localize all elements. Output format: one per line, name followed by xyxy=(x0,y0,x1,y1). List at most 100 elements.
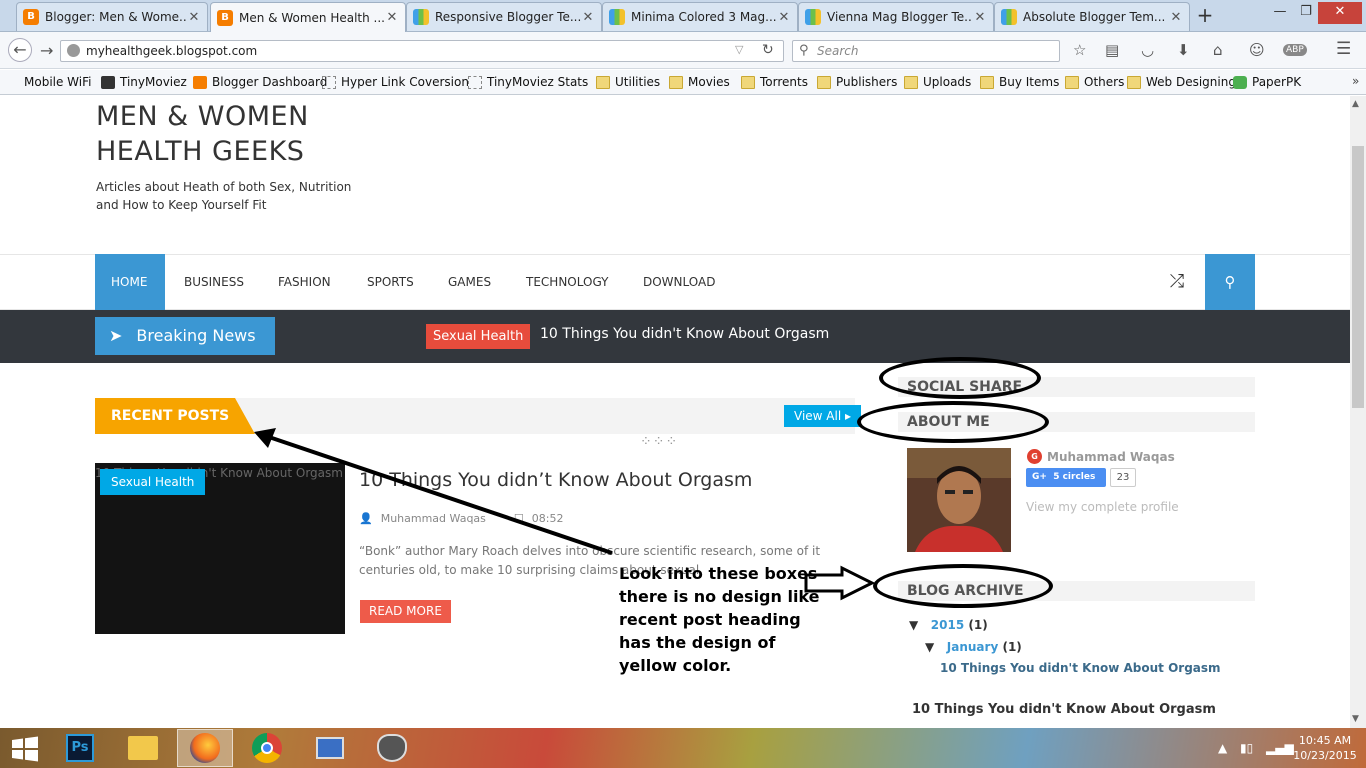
bookmark-torrents[interactable]: Torrents xyxy=(741,75,808,89)
bookmarks-overflow-icon[interactable]: » xyxy=(1352,74,1359,88)
site-search-button[interactable]: ⚲ xyxy=(1205,254,1255,310)
bookmark-paperpk[interactable]: PaperPK xyxy=(1233,75,1301,89)
system-clock[interactable]: 10:45 AM 10/23/2015 xyxy=(1290,733,1360,763)
scroll-up-icon[interactable]: ▲ xyxy=(1352,99,1359,109)
bookmark-movies[interactable]: Movies xyxy=(669,75,730,89)
close-icon[interactable]: ✕ xyxy=(581,10,595,25)
bookmark-label: Blogger Dashboard xyxy=(212,75,328,89)
profile-name[interactable]: G Muhammad Waqas xyxy=(1027,449,1175,464)
search-field[interactable]: ⚲ Search xyxy=(792,40,1060,62)
bookmark-publishers[interactable]: Publishers xyxy=(817,75,897,89)
download-icon[interactable]: ⬇ xyxy=(1177,41,1190,59)
profile-name-text: Muhammad Waqas xyxy=(1047,449,1175,464)
app-icon[interactable] xyxy=(364,729,420,767)
menu-item-sports[interactable]: SPORTS xyxy=(351,254,430,310)
forward-button[interactable]: → xyxy=(40,41,53,60)
circles-label: 5 circles xyxy=(1053,472,1096,482)
archive-post-link[interactable]: 10 Things You didn't Know About Orgasm xyxy=(940,661,1221,675)
firefox-icon[interactable] xyxy=(177,729,233,767)
archive-month-link[interactable]: January xyxy=(947,640,999,654)
close-icon[interactable]: ✕ xyxy=(973,10,987,25)
google-circles-button[interactable]: G+ 5 circles xyxy=(1026,468,1106,487)
adblock-icon[interactable]: ABP xyxy=(1283,44,1307,56)
globe-icon xyxy=(67,44,80,57)
bookmark-uploads[interactable]: Uploads xyxy=(904,75,971,89)
archive-month[interactable]: ▼ January (1) xyxy=(925,640,1022,654)
menu-item-business[interactable]: BUSINESS xyxy=(168,254,260,310)
tab-label: Blogger: Men & Wome... xyxy=(45,10,187,24)
site-title[interactable]: MEN & WOMEN HEALTH GEEKS xyxy=(96,99,356,169)
windows-start-icon[interactable] xyxy=(10,736,40,762)
bookmark-buy-items[interactable]: Buy Items xyxy=(980,75,1059,89)
theme-icon xyxy=(805,9,821,25)
tab-label: Absolute Blogger Tem... xyxy=(1023,10,1166,24)
folder-icon xyxy=(904,75,918,89)
bookmark-utilities[interactable]: Utilities xyxy=(596,75,660,89)
archive-year-count: (1) xyxy=(968,618,988,632)
chat-icon[interactable]: ☺ xyxy=(1249,41,1265,59)
profile-photo-icon xyxy=(907,448,1011,552)
tab-minima-colored[interactable]: Minima Colored 3 Mag... ✕ xyxy=(602,2,798,31)
archive-year[interactable]: ▼ 2015 (1) xyxy=(909,618,988,632)
url-bar[interactable]: myhealthgeek.blogspot.com ▽ ↻ xyxy=(60,40,784,62)
bookmark-hyperlink-conversion[interactable]: Hyper Link Coversion xyxy=(322,75,469,89)
bookmark-blogger-dashboard[interactable]: Blogger Dashboard xyxy=(193,75,327,89)
site-title-line1: MEN & WOMEN xyxy=(96,101,309,132)
reading-list-icon[interactable]: ▤ xyxy=(1105,41,1119,59)
scrollbar-thumb[interactable] xyxy=(1352,146,1364,408)
close-icon[interactable]: ✕ xyxy=(187,10,201,25)
post-category-tag[interactable]: Sexual Health xyxy=(100,469,206,495)
annotation-ellipse xyxy=(879,357,1041,399)
theme-icon xyxy=(1001,9,1017,25)
photoshop-icon[interactable]: Ps xyxy=(52,729,108,767)
tab-blogger-dashboard[interactable]: B Blogger: Men & Wome... ✕ xyxy=(16,2,208,31)
tab-absolute-template[interactable]: Absolute Blogger Tem... ✕ xyxy=(994,2,1190,31)
close-icon[interactable]: ✕ xyxy=(777,10,791,25)
view-profile-link[interactable]: View my complete profile xyxy=(1026,500,1179,514)
archive-year-link[interactable]: 2015 xyxy=(931,618,964,632)
new-tab-button[interactable]: + xyxy=(1192,4,1218,28)
menu-item-home[interactable]: HOME xyxy=(95,254,165,310)
menu-item-technology[interactable]: TECHNOLOGY xyxy=(510,254,624,310)
menu-item-download[interactable]: DOWNLOAD xyxy=(627,254,731,310)
shuffle-icon[interactable]: ⤮ xyxy=(1158,254,1196,310)
remote-desktop-icon[interactable] xyxy=(302,729,358,767)
folder-icon xyxy=(596,75,610,89)
breaking-category-tag[interactable]: Sexual Health xyxy=(426,324,531,349)
menu-item-games[interactable]: GAMES xyxy=(432,254,507,310)
circles-count: 23 xyxy=(1110,468,1136,487)
bookmark-tinymoviez-stats[interactable]: TinyMoviez Stats xyxy=(468,75,588,89)
menu-icon[interactable]: ☰ xyxy=(1336,39,1351,59)
bookmark-web-designing[interactable]: Web Designing xyxy=(1127,75,1236,89)
reload-icon[interactable]: ↻ xyxy=(762,42,774,58)
close-icon[interactable]: ✕ xyxy=(385,10,399,25)
dropdown-icon[interactable]: ▽ xyxy=(735,43,743,56)
bookmark-mobile-wifi[interactable]: Mobile WiFi xyxy=(24,75,91,89)
popular-post-title[interactable]: 10 Things You didn't Know About Orgasm xyxy=(912,702,1216,717)
bookmark-star-icon[interactable]: ☆ xyxy=(1073,41,1086,59)
blogger-icon: B xyxy=(217,9,233,26)
pocket-icon[interactable]: ◡ xyxy=(1141,41,1154,59)
minimize-button[interactable]: — xyxy=(1266,2,1294,24)
scroll-down-icon[interactable]: ▼ xyxy=(1352,714,1359,724)
tab-health-geeks[interactable]: B Men & Women Health ... ✕ xyxy=(210,2,406,32)
bookmark-label: Others xyxy=(1084,75,1125,89)
tab-responsive-templates[interactable]: Responsive Blogger Te... ✕ xyxy=(406,2,602,31)
close-window-button[interactable]: ✕ xyxy=(1318,2,1362,24)
menu-item-fashion[interactable]: FASHION xyxy=(262,254,347,310)
bookmark-tinymoviez[interactable]: TinyMoviez xyxy=(101,75,187,89)
bookmark-others[interactable]: Others xyxy=(1065,75,1124,89)
home-icon[interactable]: ⌂ xyxy=(1213,41,1223,59)
battery-icon[interactable]: ▮▯ xyxy=(1240,741,1253,755)
avatar[interactable] xyxy=(907,448,1011,552)
tab-vienna-mag[interactable]: Vienna Mag Blogger Te... ✕ xyxy=(798,2,994,31)
chrome-icon[interactable] xyxy=(239,729,295,767)
show-hidden-icons-icon[interactable]: ▲ xyxy=(1218,741,1227,755)
close-icon[interactable]: ✕ xyxy=(1169,10,1183,25)
folder-icon xyxy=(817,75,831,89)
site-description: Articles about Heath of both Sex, Nutrit… xyxy=(96,180,352,212)
file-explorer-icon[interactable] xyxy=(115,729,171,767)
maximize-button[interactable]: ❐ xyxy=(1292,2,1320,24)
back-button[interactable]: ← xyxy=(8,38,32,62)
breaking-headline[interactable]: 10 Things You didn't Know About Orgasm xyxy=(540,326,829,342)
